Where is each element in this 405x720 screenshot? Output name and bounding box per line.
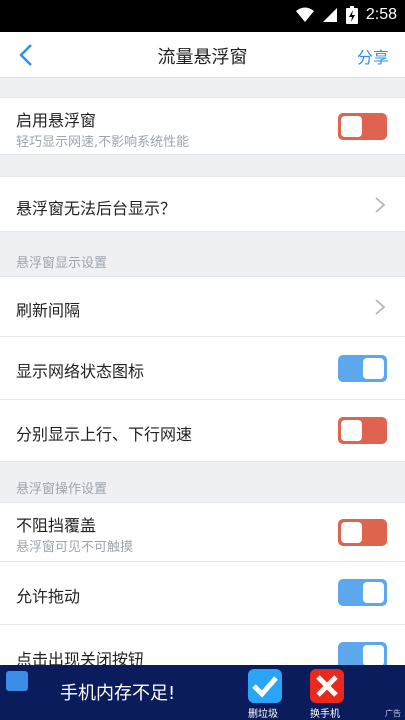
refresh-interval-row[interactable]: 刷新间隔 (0, 276, 405, 337)
battery-icon (345, 6, 358, 24)
allow-drag-toggle[interactable] (338, 579, 387, 606)
checkmark-icon (252, 676, 278, 698)
enable-floating-window-toggle[interactable] (338, 113, 387, 140)
refresh-interval-label: 刷新间隔 (16, 301, 81, 320)
ad-logo-icon (6, 671, 28, 691)
network-status-icon-toggle[interactable] (338, 355, 387, 382)
ad-mark: 广告 (385, 709, 401, 718)
status-time: 2:58 (365, 6, 397, 23)
toggle-knob (363, 645, 384, 666)
ad-switch-phone-button[interactable] (310, 669, 344, 703)
share-button[interactable]: 分享 (357, 44, 389, 68)
cross-icon (316, 675, 338, 697)
status-bar: 2:58 (0, 0, 405, 32)
split-speed-toggle[interactable] (338, 417, 387, 444)
chevron-right-icon (375, 197, 386, 213)
chevron-right-icon (375, 299, 386, 315)
no-block-toggle[interactable] (338, 519, 387, 546)
allow-drag-label: 允许拖动 (16, 587, 81, 606)
allow-drag-row[interactable]: 允许拖动 (0, 562, 405, 625)
close-button-row[interactable]: 点击出现关闭按钮 (0, 625, 405, 670)
enable-floating-window-subtitle: 轻巧显示网速,不影响系统性能 (16, 135, 190, 150)
no-block-row[interactable]: 不阻挡覆盖 悬浮窗可见不可触摸 (0, 502, 405, 562)
no-block-label: 不阻挡覆盖 (16, 516, 97, 535)
split-speed-row[interactable]: 分别显示上行、下行网速 (0, 400, 405, 462)
nav-bar: 流量悬浮窗 分享 (0, 32, 405, 78)
ad-clean-button[interactable] (248, 669, 282, 703)
enable-floating-window-label: 启用悬浮窗 (16, 111, 97, 130)
toggle-knob (341, 522, 362, 543)
toggle-knob (341, 116, 362, 137)
background-display-label: 悬浮窗无法后台显示？ (16, 199, 177, 218)
toggle-knob (363, 358, 384, 379)
wifi-icon (295, 7, 314, 22)
background-display-row[interactable]: 悬浮窗无法后台显示？ (0, 176, 405, 232)
ad-switch-phone-label: 换手机 (310, 709, 340, 720)
split-speed-label: 分别显示上行、下行网速 (16, 425, 193, 444)
toggle-knob (363, 582, 384, 603)
section-operation-settings: 悬浮窗操作设置 (16, 482, 108, 497)
section-display-settings: 悬浮窗显示设置 (16, 256, 108, 271)
toggle-knob (341, 420, 362, 441)
ad-text: 手机内存不足! (60, 683, 176, 704)
network-status-icon-label: 显示网络状态图标 (16, 362, 145, 381)
signal-icon (322, 8, 337, 22)
no-block-subtitle: 悬浮窗可见不可触摸 (16, 540, 134, 555)
ad-clean-label: 删垃圾 (248, 709, 278, 720)
enable-floating-window-row[interactable]: 启用悬浮窗 轻巧显示网速,不影响系统性能 (0, 97, 405, 155)
page-title: 流量悬浮窗 (157, 47, 248, 68)
ad-banner[interactable]: 手机内存不足! 删垃圾 换手机 广告 (0, 665, 405, 720)
network-status-icon-row[interactable]: 显示网络状态图标 (0, 337, 405, 400)
